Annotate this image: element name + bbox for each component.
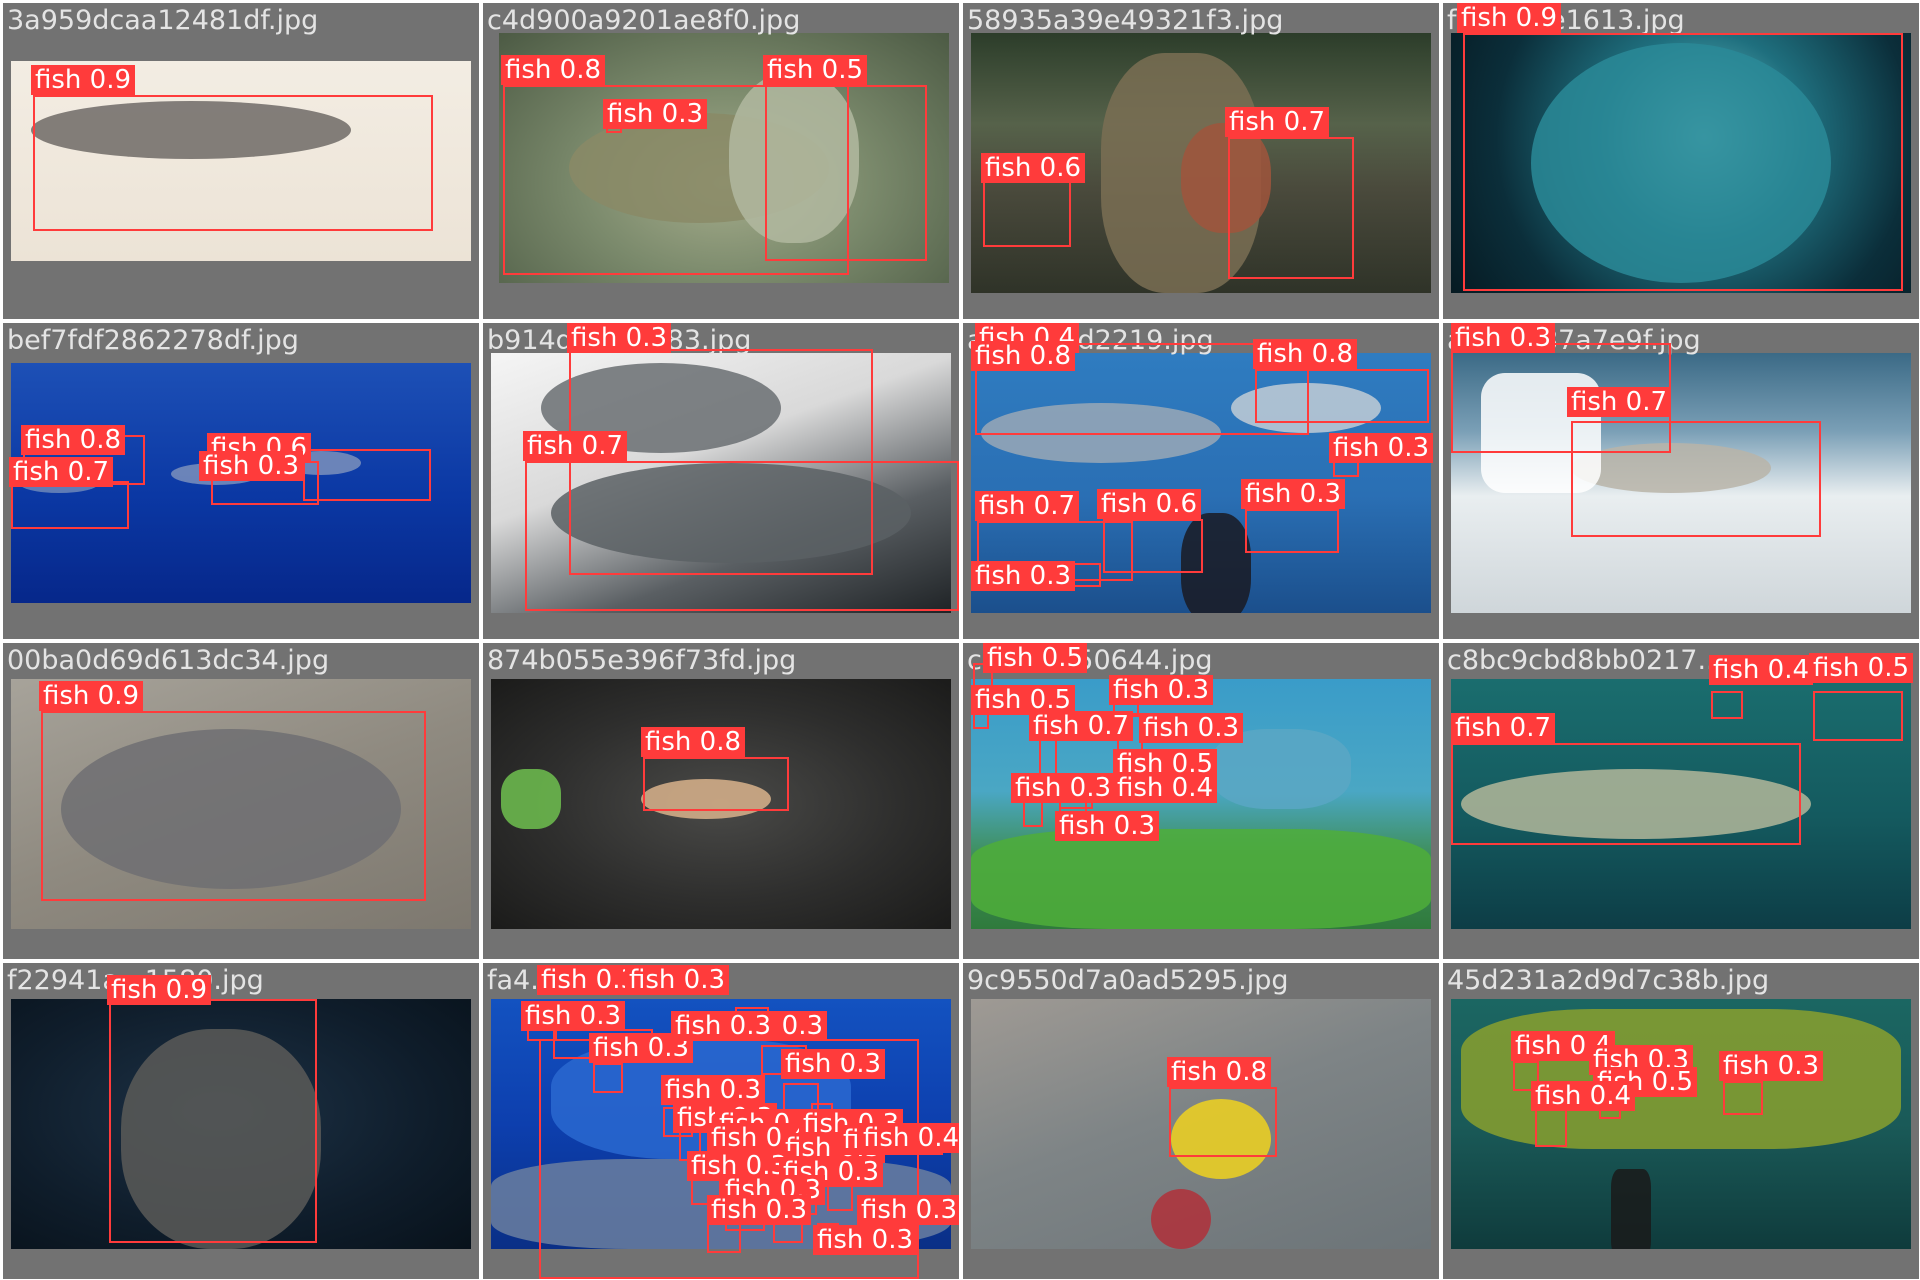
detection-label: fish 0.3 — [857, 1195, 959, 1225]
detection-box — [1571, 421, 1821, 537]
detection-box — [303, 449, 431, 501]
detection-label: fish 0.7 — [9, 457, 114, 487]
detection-label: fish 0.7 — [1567, 387, 1672, 417]
detection-box — [1723, 1081, 1763, 1115]
detection-label: fish 0.8 — [641, 727, 746, 757]
tile-filename: 00ba0d69d613dc34.jpg — [7, 645, 330, 676]
detection-label: fish 0.3 — [671, 1011, 776, 1041]
detection-box — [1228, 137, 1354, 279]
detection-label: fish 0.5 — [983, 643, 1088, 673]
detection-box — [1535, 1107, 1567, 1147]
detection-label: fish 0.4 — [1113, 773, 1218, 803]
tile-filename: c8bc9cbd8bb0217... — [1447, 645, 1724, 676]
detection-box — [1711, 691, 1743, 719]
tile-filename: 45d231a2d9d7c38b.jpg — [1447, 965, 1770, 996]
detection-box — [11, 481, 129, 529]
result-tile: f...9821e1613.jpg fish 0.9 — [1443, 3, 1919, 319]
result-tile: fa4...fish 0.3fish 0.3fish 0.3fish 0.3fi… — [483, 963, 959, 1279]
result-tile: b914d...95a583.jpgfish 0.3fish 0.7 — [483, 323, 959, 639]
result-tile: 00ba0d69d613dc34.jpg fish 0.9 — [3, 643, 479, 959]
detection-box — [1463, 33, 1903, 291]
detection-label: fish 0.8 — [1253, 339, 1358, 369]
detection-label: fish 0.4 — [1709, 655, 1814, 685]
detection-label: fish 0.9 — [1457, 3, 1562, 33]
detection-box — [41, 711, 426, 901]
result-tile: 9c9550d7a0ad5295.jpg fish 0.8 — [963, 963, 1439, 1279]
detection-label: fish 0.3 — [1109, 675, 1214, 705]
detection-box — [109, 999, 317, 1243]
detection-label: fish 0.3 — [1241, 479, 1346, 509]
result-tile: f22941a...1580.jpgfish 0.9 — [3, 963, 479, 1279]
detection-box — [707, 1223, 741, 1253]
detection-box — [1245, 509, 1339, 553]
tile-filename: 3a959dcaa12481df.jpg — [7, 5, 319, 36]
detection-label: fish 0.3 — [661, 1075, 766, 1105]
detection-box — [33, 95, 433, 231]
detection-label: fish 0.3 — [781, 1049, 886, 1079]
photo-subject — [1151, 1189, 1211, 1249]
detection-label: fish 0.3 — [1451, 323, 1556, 353]
detection-label: fish 0.7 — [975, 491, 1080, 521]
detection-label: fish 0.7 — [1225, 107, 1330, 137]
detection-box — [1451, 743, 1801, 845]
result-tile: a...8e01d2219.jpg fish 0.4 fish 0.8 fish 0.… — [963, 323, 1439, 639]
tile-filename: bef7fdf2862278df.jpg — [7, 325, 299, 356]
photo-subject — [1611, 1169, 1651, 1249]
detection-box — [643, 757, 789, 811]
detection-label: fish 0.6 — [981, 153, 1086, 183]
result-tile: a...25187a7e9f.jpg fish 0.3 fish 0.7 — [1443, 323, 1919, 639]
detection-label: fish 0.3 — [707, 1195, 812, 1225]
detection-label: fish 0.8 — [21, 425, 126, 455]
result-tile: c...210150644.jpg fish 0.5 fish 0.5 fish 0.… — [963, 643, 1439, 959]
result-tile: 3a959dcaa12481df.jpg fish 0.9 — [3, 3, 479, 319]
detection-box — [1103, 519, 1203, 573]
result-tile: 874b055e396f73fd.jpg fish 0.8 — [483, 643, 959, 959]
detection-label: fish 0.3 — [1055, 811, 1160, 841]
detection-label: fish 0.3 — [1329, 433, 1434, 463]
detection-label: fish 0.3 — [521, 1001, 626, 1031]
detection-label: fish 0.3 — [603, 99, 708, 129]
detection-label: fish 0.3 — [813, 1225, 918, 1255]
detection-label: fish 0.8 — [971, 341, 1076, 371]
detection-label: fish 0.9 — [31, 65, 136, 95]
detection-label: fish 0.3 — [199, 451, 304, 481]
photo-subject — [971, 829, 1431, 929]
detection-label: fish 0.9 — [39, 681, 144, 711]
detection-label: fish 0.6 — [1097, 489, 1202, 519]
result-tile: c8bc9cbd8bb0217... fish 0.4 fish 0.5 fish 0… — [1443, 643, 1919, 959]
detection-label: fish 0.3 — [1139, 713, 1244, 743]
tile-filename: 874b055e396f73fd.jpg — [487, 645, 797, 676]
tile-filename: c4d900a9201ae8f0.jpg — [487, 5, 801, 36]
detection-box — [765, 85, 927, 261]
detection-box — [1813, 691, 1903, 741]
detection-label: fish 0.3 — [1719, 1051, 1824, 1081]
photo-subject — [501, 769, 561, 829]
detection-label: fish 0.3 — [625, 965, 730, 995]
tile-filename: 58935a39e49321f3.jpg — [967, 5, 1284, 36]
result-tile: bef7fdf2862278df.jpg fish 0.8 fish 0.7 fish… — [3, 323, 479, 639]
detection-label: fish 0.3 — [971, 561, 1076, 591]
detection-label: fish 0.7 — [523, 431, 628, 461]
detection-label: fish 0.9 — [107, 975, 212, 1005]
detection-label: fish 0.4 — [859, 1123, 959, 1153]
detection-box — [1169, 1087, 1277, 1157]
detection-grid: 3a959dcaa12481df.jpg fish 0.9 c4d900a9201a… — [0, 0, 1920, 1280]
detection-label: fish 0.5 — [763, 55, 868, 85]
detection-label: fish 0.4 — [1531, 1081, 1636, 1111]
detection-label: fish 0.3 — [567, 323, 672, 353]
detection-label: fish 0.8 — [501, 55, 606, 85]
detection-label: fish 0.7 — [1029, 711, 1134, 741]
result-tile: 45d231a2d9d7c38b.jpg fish 0.4 fish 0.3 fish… — [1443, 963, 1919, 1279]
result-tile: 58935a39e49321f3.jpg fish 0.6 fish 0.7 — [963, 3, 1439, 319]
detection-box — [525, 461, 959, 611]
detection-label: fish 0.5 — [1809, 653, 1914, 683]
detection-label: fish 0.3 — [1011, 773, 1116, 803]
tile-filename: 9c9550d7a0ad5295.jpg — [967, 965, 1289, 996]
detection-label: fish 0.7 — [1451, 713, 1556, 743]
result-tile: c4d900a9201ae8f0.jpg fish 0.8 fish 0.3 fish… — [483, 3, 959, 319]
detection-label: fish 0.8 — [1167, 1057, 1272, 1087]
detection-box — [1255, 369, 1429, 423]
